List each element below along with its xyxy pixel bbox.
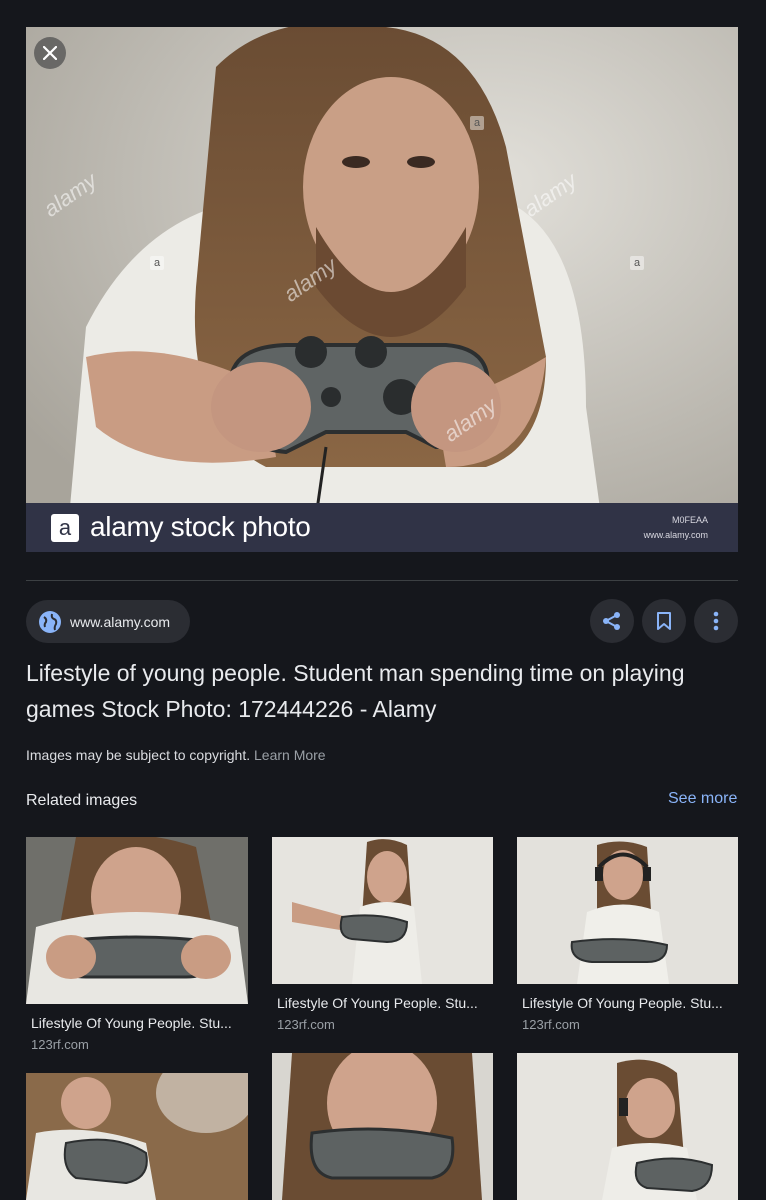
divider xyxy=(26,580,738,581)
share-icon xyxy=(603,612,620,630)
watermark-letter: a xyxy=(150,256,164,270)
watermark-letter: a xyxy=(470,116,484,130)
main-image[interactable]: alamy alamy alamy alamy a a a xyxy=(26,27,738,552)
related-image-thumbnail[interactable] xyxy=(517,837,738,984)
globe-icon xyxy=(39,610,61,633)
page-title[interactable]: Lifestyle of young people. Student man s… xyxy=(26,655,738,727)
share-button[interactable] xyxy=(590,599,634,643)
bookmark-icon xyxy=(657,612,671,630)
copyright-notice: Images may be subject to copyright. Lear… xyxy=(26,747,326,763)
related-images-heading: Related images xyxy=(26,792,138,809)
save-button[interactable] xyxy=(642,599,686,643)
see-more-link[interactable]: See more xyxy=(668,790,737,808)
related-image xyxy=(26,1073,248,1200)
related-image-thumbnail[interactable] xyxy=(517,1053,738,1200)
related-image xyxy=(517,837,738,984)
image-site: www.alamy.com xyxy=(643,530,708,540)
related-image-thumbnail[interactable] xyxy=(26,1073,248,1200)
related-image xyxy=(26,837,248,1004)
source-site: www.alamy.com xyxy=(70,613,171,630)
source-chip[interactable]: www.alamy.com xyxy=(26,600,190,643)
related-image-thumbnail[interactable] xyxy=(272,1053,493,1200)
related-image-title[interactable]: Lifestyle Of Young People. Stu... xyxy=(277,995,485,1011)
related-image xyxy=(272,837,493,984)
watermark-letter: a xyxy=(630,256,644,270)
related-image-thumbnail[interactable] xyxy=(272,837,493,984)
related-image-title[interactable]: Lifestyle Of Young People. Stu... xyxy=(31,1015,239,1031)
image-caption-bar: a alamy stock photo M0FEAA www.alamy.com xyxy=(26,503,738,552)
related-image xyxy=(517,1053,738,1200)
related-image-source: 123rf.com xyxy=(522,1017,580,1032)
main-photo xyxy=(26,27,738,552)
alamy-logo: a xyxy=(51,514,79,542)
related-image-source: 123rf.com xyxy=(277,1017,335,1032)
more-vert-icon xyxy=(713,611,719,631)
image-id: M0FEAA xyxy=(671,515,708,525)
related-image-title[interactable]: Lifestyle Of Young People. Stu... xyxy=(522,995,730,1011)
close-icon xyxy=(43,46,57,60)
related-image-source: 123rf.com xyxy=(31,1037,89,1052)
more-options-button[interactable] xyxy=(694,599,738,643)
caption-brand: alamy stock photo xyxy=(90,511,311,542)
copyright-text: Images may be subject to copyright. xyxy=(26,747,251,763)
related-image-thumbnail[interactable] xyxy=(26,837,248,1004)
close-button[interactable] xyxy=(34,37,66,69)
learn-more-link[interactable]: Learn More xyxy=(254,747,326,763)
related-image xyxy=(272,1053,493,1200)
